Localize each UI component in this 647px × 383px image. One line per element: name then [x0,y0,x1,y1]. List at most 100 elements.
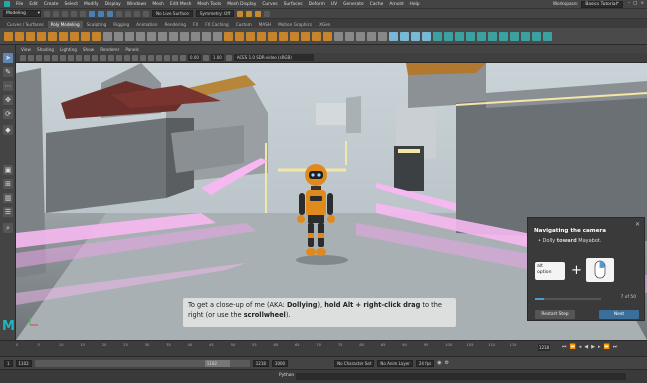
conform-icon[interactable] [477,31,486,41]
shelf-tab-rendering[interactable]: Rendering [162,21,189,28]
reverse-normal-icon[interactable] [466,31,475,41]
shelf-tab-mash[interactable]: MASH [256,21,274,28]
average-vertex-icon[interactable] [488,31,497,41]
lights-icon[interactable] [124,54,130,61]
poly-cone-icon[interactable] [37,31,46,41]
go-to-start-icon[interactable]: ⏮ [562,344,567,350]
poly-sphere-icon[interactable] [4,31,13,41]
lasso-tool-icon[interactable]: ✎ [3,67,13,77]
range-handle[interactable]: 1102 [204,359,230,367]
soften-edge-icon[interactable] [444,31,453,41]
append-polygon-icon[interactable] [213,31,222,41]
wedge-icon[interactable] [323,31,332,41]
snap-point-icon[interactable] [134,10,140,17]
shelf-tab-xgen[interactable]: XGen [316,21,333,28]
snap-curve-icon[interactable] [125,10,131,17]
rotate-tool-icon[interactable]: ⟳ [3,109,13,119]
menu-mesh-tools[interactable]: Mesh Tools [197,2,221,7]
super-shape-icon[interactable] [92,31,101,41]
poly-cube-icon[interactable] [15,31,24,41]
poly-plane-icon[interactable] [59,31,68,41]
shelf-tab-fx[interactable]: FX [190,21,201,28]
shelf-tab-motion-graphics[interactable]: Motion Graphics [275,21,315,28]
close-icon[interactable]: × [640,1,644,6]
poly-torus-icon[interactable] [48,31,57,41]
menu-mesh[interactable]: Mesh [152,2,164,7]
step-forward-frame-icon[interactable]: ▸ [598,344,601,350]
poly-disc-icon[interactable] [70,31,79,41]
sew-uv-icon[interactable] [400,31,409,41]
select-hierarchy-icon[interactable] [89,10,95,17]
select-object-icon[interactable] [98,10,104,17]
panel-menu-renderer[interactable]: Renderer [100,47,119,52]
open-scene-icon[interactable] [53,10,59,17]
anti-aliasing-icon[interactable] [148,54,154,61]
slide-edge-icon[interactable] [301,31,310,41]
shelf-tab-rigging[interactable]: Rigging [110,21,132,28]
render-settings-icon[interactable] [255,10,262,17]
new-scene-icon[interactable] [44,10,50,17]
restart-step-button[interactable]: Restart Step [535,310,575,319]
panel-menu-shading[interactable]: Shading [37,47,54,52]
live-surface-field[interactable]: No Live Surface [152,10,193,17]
menu-surfaces[interactable]: Surfaces [284,2,303,7]
menu-windows[interactable]: Windows [127,2,147,7]
scale-tool-icon[interactable]: ◆ [3,125,13,135]
ipr-render-icon[interactable] [246,10,253,17]
menu-edit-mesh[interactable]: Edit Mesh [170,2,191,7]
go-to-end-icon[interactable]: ⏭ [613,344,618,350]
xray-icon[interactable] [164,54,170,61]
symmetry-dropdown[interactable]: Symmetry: Off [195,10,235,17]
search-icon[interactable]: ⌕ [3,223,13,233]
safe-title-icon[interactable] [92,54,98,61]
bevel-icon[interactable] [180,31,189,41]
close-icon[interactable]: ✕ [635,221,640,228]
shelf-tab-animation[interactable]: Animation [133,21,160,28]
redo-icon[interactable] [80,10,86,17]
field-chart-icon[interactable] [76,54,82,61]
workspace-dropdown[interactable]: Basics Tutorial* [581,1,623,8]
panel-menu-view[interactable]: View [21,47,31,52]
extrude-icon[interactable] [158,31,167,41]
shelf-tab-fx-caching[interactable]: FX Caching [202,21,232,28]
menu-display[interactable]: Display [105,2,121,7]
separate-icon[interactable] [114,31,123,41]
image-plane-icon[interactable] [36,54,42,61]
command-language-label[interactable]: Python [279,373,294,378]
step-back-frame-icon[interactable]: ◂ [579,344,582,350]
boolean-icon[interactable] [136,31,145,41]
menu-uv[interactable]: UV [331,2,337,7]
wireframe-icon[interactable] [100,54,106,61]
connect-icon[interactable] [246,31,255,41]
auto-map-icon[interactable] [356,31,365,41]
command-input[interactable] [296,373,626,380]
retopologize-icon[interactable] [543,31,552,41]
playback-start-field[interactable]: 1102 [15,359,32,367]
paint-select-icon[interactable]: ⋯ [3,81,13,91]
shelf-tab-custom[interactable]: Custom [233,21,255,28]
play-forward-icon[interactable]: ▶ [591,344,595,350]
resolution-gate-icon[interactable] [60,54,66,61]
triangulate-icon[interactable] [510,31,519,41]
quadrangulate-icon[interactable] [521,31,530,41]
menu-help[interactable]: Help [410,2,420,7]
render-icon[interactable] [237,10,244,17]
step-back-key-icon[interactable]: ⏪ [570,344,576,350]
fps-dropdown[interactable]: 24 fps [415,359,435,367]
color-management-icon[interactable] [225,54,232,61]
snap-grid-icon[interactable] [116,10,122,17]
save-scene-icon[interactable] [62,10,68,17]
menu-create[interactable]: Create [44,2,59,7]
menu-file[interactable]: File [16,2,23,7]
film-gate-icon[interactable] [52,54,58,61]
exposure-field[interactable]: 0.00 [188,54,201,61]
smooth-shade-icon[interactable] [108,54,114,61]
menu-generate[interactable]: Generate [343,2,364,7]
time-slider[interactable]: 0 5 10 15 20 25 30 35 40 45 50 55 60 65 70 75 80 85 90 95 10… [0,340,647,356]
current-frame-field[interactable]: 1218 [538,344,550,351]
menu-arnold[interactable]: Arnold [389,2,403,7]
unfold-icon[interactable] [367,31,376,41]
menu-curves[interactable]: Curves [262,2,277,7]
ambient-occlusion-icon[interactable] [140,54,146,61]
auto-key-icon[interactable]: ◉ [437,360,441,366]
